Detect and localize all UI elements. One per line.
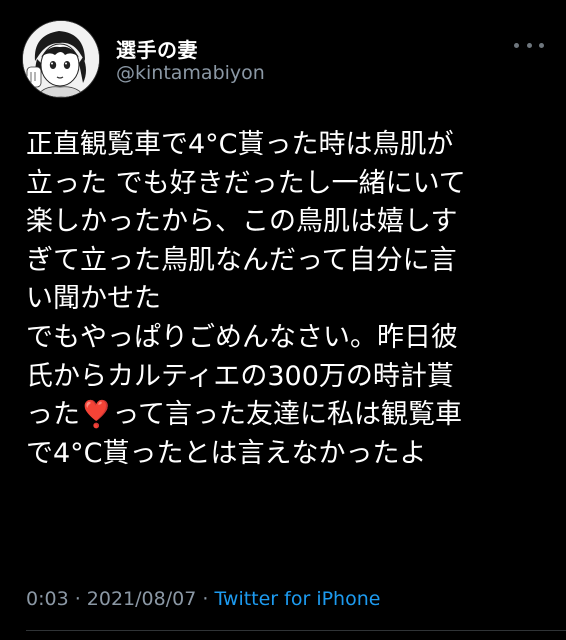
divider	[26, 630, 566, 631]
more-dot	[539, 42, 544, 48]
more-dot	[526, 42, 532, 48]
meta-separator: ·	[68, 588, 87, 610]
tweet-line: でもやっぱりごめんなさい。昨日彼	[26, 321, 458, 353]
tweet-line: 氏からカルティエの300万の時計貰	[26, 360, 454, 392]
tweet-line: 立った でも好きだったし一緒にいて	[26, 167, 466, 199]
tweet-source-link[interactable]: Twitter for iPhone	[214, 588, 380, 610]
avatar[interactable]	[22, 20, 100, 98]
tweet-line: 楽しかったから、この鳥肌は嬉しす	[26, 206, 458, 238]
tweet-date[interactable]: 2021/08/07	[87, 588, 197, 610]
author-display-name[interactable]: 選手の妻	[116, 34, 198, 63]
tweet-line: ぎて立った鳥肌なんだって自分に言	[26, 244, 457, 276]
tweet-line: 正直観覧車で4°C貰った時は鳥肌が	[26, 129, 454, 160]
heart-exclamation-icon: ❣️	[80, 400, 113, 431]
tweet-text: 正直観覧車で4°C貰った時は鳥肌が 立った でも好きだったし一緒にいて 楽しかっ…	[26, 126, 546, 473]
tweet-time[interactable]: 0:03	[26, 588, 69, 610]
manga-avatar-icon	[23, 21, 99, 97]
tweet-text-segment: った	[26, 399, 80, 431]
author-handle[interactable]: @kintamabiyon	[116, 62, 265, 84]
more-dot	[514, 42, 519, 48]
tweet-line: った❣️って言った友達に私は観覧車	[26, 396, 546, 435]
tweet-line: で4°C貰ったとは言えなかったよ	[26, 437, 427, 469]
meta-separator: ·	[196, 588, 215, 610]
tweet-meta: 0:03 · 2021/08/07 · Twitter for iPhone	[26, 588, 380, 610]
tweet-text-segment: って言った友達に私は観覧車	[112, 399, 463, 431]
tweet-line: い聞かせた	[26, 283, 161, 315]
more-horizontal-icon[interactable]	[514, 38, 544, 52]
tweet-detail: 選手の妻 @kintamabiyon 正直観覧車で4°C貰った時は鳥肌が 立った…	[0, 0, 566, 640]
